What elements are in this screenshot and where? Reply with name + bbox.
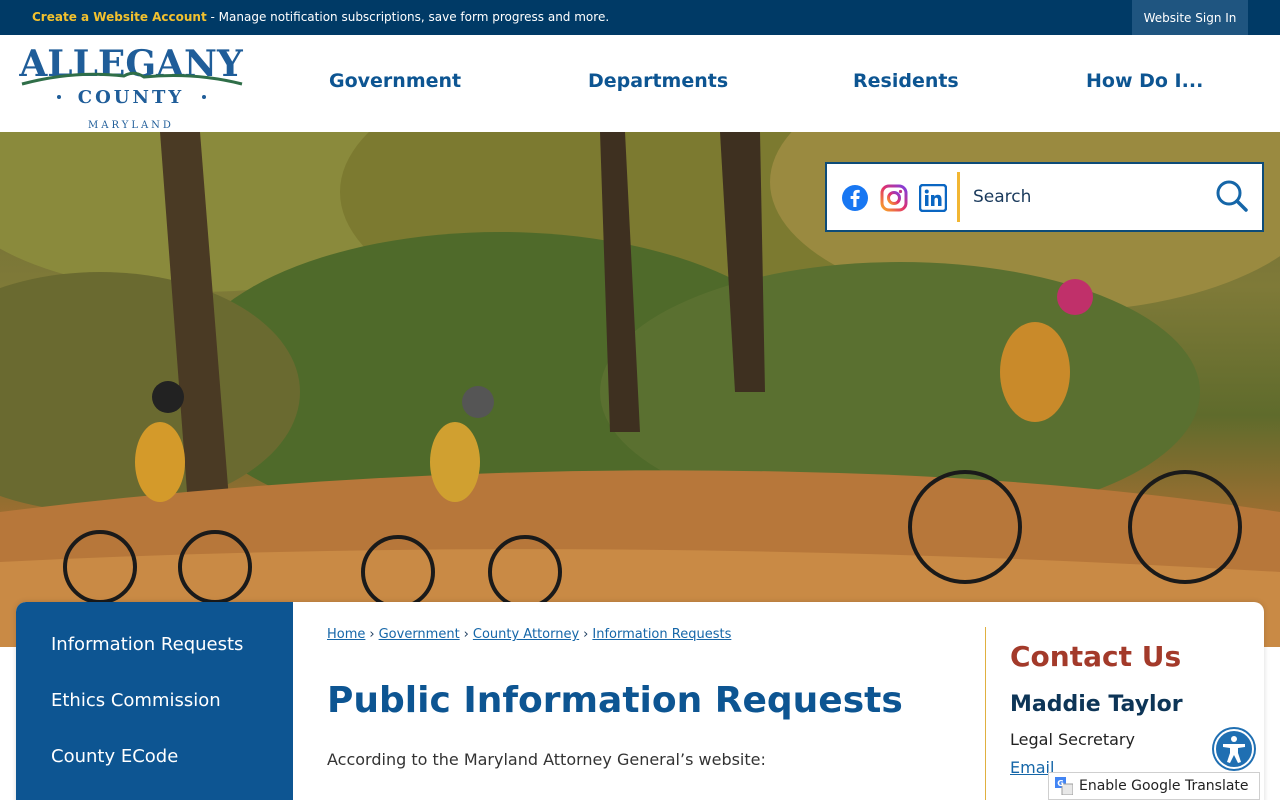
- website-sign-in-button[interactable]: Website Sign In: [1132, 0, 1248, 35]
- search-icon[interactable]: [1214, 178, 1250, 214]
- breadcrumb-information-requests[interactable]: Information Requests: [592, 627, 731, 642]
- create-account-link[interactable]: Create a Website Account: [32, 10, 207, 24]
- google-translate-label: Enable Google Translate: [1079, 778, 1249, 794]
- google-translate-icon: G: [1055, 777, 1073, 795]
- nav-departments[interactable]: Departments: [588, 70, 728, 92]
- facebook-icon[interactable]: [841, 184, 869, 212]
- instagram-icon[interactable]: [880, 184, 908, 212]
- site-header: ALLEGANY COUNTY MARYLAND Government Depa…: [0, 35, 1280, 132]
- accessibility-icon[interactable]: [1212, 727, 1256, 771]
- breadcrumb-separator: ›: [369, 627, 375, 642]
- contact-title: Contact Us: [1010, 640, 1182, 673]
- contact-name: Maddie Taylor: [1010, 692, 1183, 717]
- search-panel: [825, 162, 1264, 232]
- sidebar-item-ethics-commission[interactable]: Ethics Commission: [51, 690, 221, 711]
- breadcrumb-government[interactable]: Government: [379, 627, 460, 642]
- sidebar-nav: Information Requests Ethics Commission C…: [16, 602, 293, 800]
- account-message: Create a Website Account - Manage notifi…: [32, 10, 609, 24]
- search-divider: [957, 172, 960, 222]
- search-input[interactable]: [973, 180, 1203, 214]
- logo-line2: COUNTY: [78, 87, 184, 108]
- contact-divider: [985, 627, 986, 800]
- nav-government[interactable]: Government: [329, 70, 461, 92]
- nav-residents[interactable]: Residents: [853, 70, 959, 92]
- google-translate-button[interactable]: G Enable Google Translate: [1048, 772, 1260, 800]
- sidebar-item-information-requests[interactable]: Information Requests: [51, 634, 243, 655]
- breadcrumb-home[interactable]: Home: [327, 627, 365, 642]
- page-title: Public Information Requests: [327, 680, 903, 721]
- sidebar-item-county-ecode[interactable]: County ECode: [51, 746, 178, 767]
- nav-how-do-i[interactable]: How Do I...: [1086, 70, 1203, 92]
- logo-line3: MARYLAND: [88, 120, 174, 130]
- top-bar: Create a Website Account - Manage notifi…: [0, 0, 1280, 35]
- breadcrumb-separator: ›: [463, 627, 469, 642]
- contact-role: Legal Secretary: [1010, 730, 1135, 749]
- svg-text:G: G: [1057, 779, 1064, 788]
- allegany-county-logo[interactable]: ALLEGANY COUNTY MARYLAND: [14, 40, 249, 131]
- breadcrumb: Home › Government › County Attorney › Informat…: [327, 627, 731, 642]
- linkedin-icon[interactable]: [918, 183, 948, 213]
- intro-text: According to the Maryland Attorney Gener…: [327, 750, 766, 769]
- breadcrumb-separator: ›: [583, 627, 589, 642]
- account-message-text: - Manage notification subscriptions, sav…: [206, 10, 610, 24]
- breadcrumb-county-attorney[interactable]: County Attorney: [473, 627, 579, 642]
